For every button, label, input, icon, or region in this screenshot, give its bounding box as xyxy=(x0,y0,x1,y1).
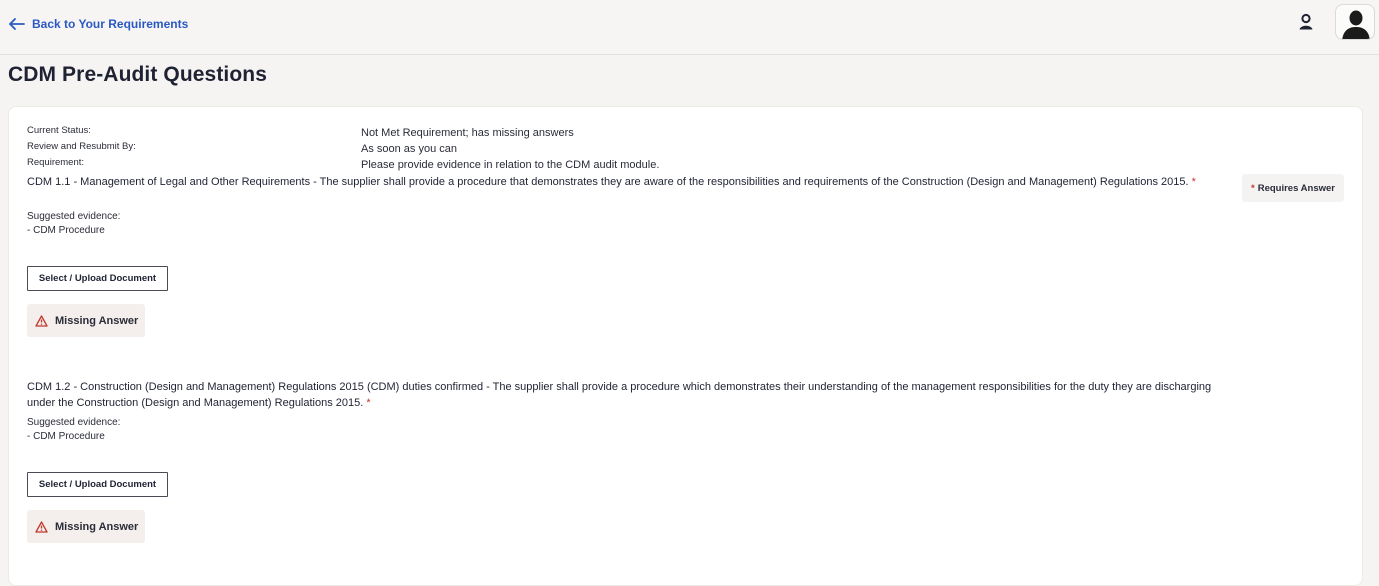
required-star: * xyxy=(1191,176,1196,188)
requirement-value: Please provide evidence in relation to t… xyxy=(361,159,660,171)
requires-answer-label: Requires Answer xyxy=(1257,182,1335,194)
question-text-body: CDM 1.2 - Construction (Design and Manag… xyxy=(27,381,1212,409)
suggested-evidence-label: Suggested evidence: xyxy=(27,417,121,428)
review-resubmit-value: As soon as you can xyxy=(361,143,458,155)
requires-answer-badge: * Requires Answer xyxy=(1242,174,1344,202)
missing-answer-alert: Missing Answer xyxy=(27,304,145,337)
required-star: * xyxy=(1251,182,1255,194)
select-upload-document-button[interactable]: Select / Upload Document xyxy=(27,472,168,497)
missing-answer-alert: Missing Answer xyxy=(27,510,145,543)
suggested-evidence-item: - CDM Procedure xyxy=(27,225,105,236)
warning-triangle-icon xyxy=(35,314,48,327)
requirement-label: Requirement: xyxy=(27,157,85,168)
select-upload-document-button[interactable]: Select / Upload Document xyxy=(27,266,168,291)
avatar[interactable] xyxy=(1335,4,1375,40)
back-to-requirements-link[interactable]: Back to Your Requirements xyxy=(9,14,188,34)
suggested-evidence-item: - CDM Procedure xyxy=(27,431,105,442)
requirement-card: Current Status: Review and Resubmit By: … xyxy=(8,106,1363,586)
suggested-evidence-label: Suggested evidence: xyxy=(27,211,121,222)
avatar-silhouette-icon xyxy=(1342,10,1370,39)
missing-answer-label: Missing Answer xyxy=(55,520,139,533)
question-text: CDM 1.1 - Management of Legal and Other … xyxy=(27,174,1232,190)
user-icon[interactable] xyxy=(1296,12,1316,32)
warning-triangle-icon xyxy=(35,520,48,533)
missing-answer-label: Missing Answer xyxy=(55,314,139,327)
top-bar: Back to Your Requirements xyxy=(0,0,1379,55)
page-title: CDM Pre-Audit Questions xyxy=(8,63,267,86)
current-status-label: Current Status: xyxy=(27,125,91,136)
question-text: CDM 1.2 - Construction (Design and Manag… xyxy=(27,379,1232,411)
question-text-body: CDM 1.1 - Management of Legal and Other … xyxy=(27,176,1189,188)
required-star: * xyxy=(366,397,371,409)
review-resubmit-label: Review and Resubmit By: xyxy=(27,141,136,152)
current-status-value: Not Met Requirement; has missing answers xyxy=(361,127,574,139)
arrow-left-icon xyxy=(9,18,25,30)
back-link-label: Back to Your Requirements xyxy=(32,17,189,31)
